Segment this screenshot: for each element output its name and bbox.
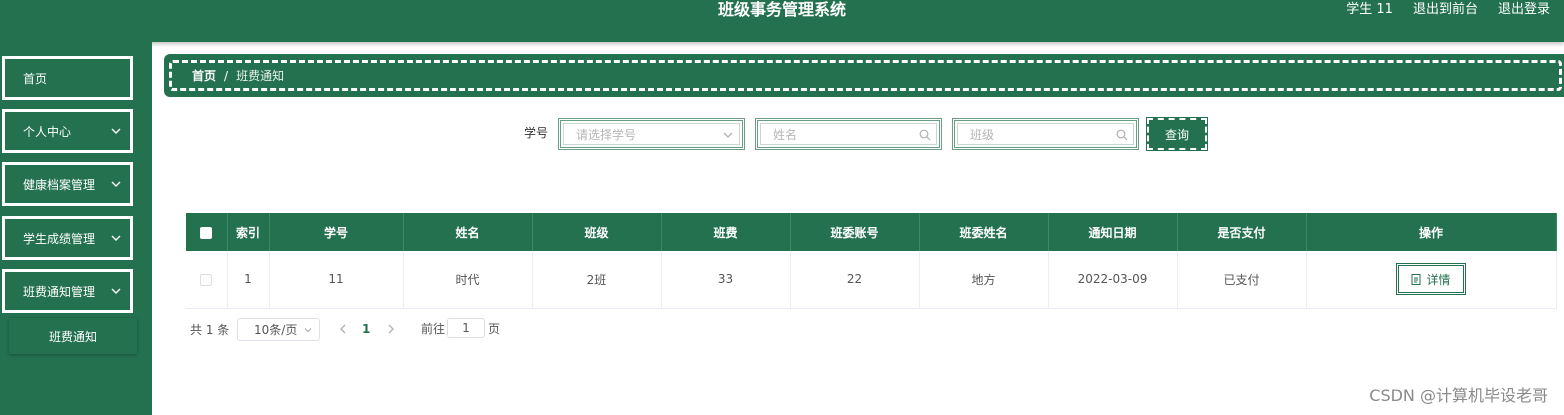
student-id-select[interactable]: 请选择学号 [558,118,745,150]
cell-name: 时代 [403,251,533,309]
fee-notice-table: 索引 学号 姓名 班级 班费 班委账号 班委姓名 通知日期 是否支付 操作 1 … [186,213,1557,309]
cell-paid: 已支付 [1177,251,1307,309]
page-size-value: 10条/页 [254,323,298,337]
cell-monitor-name: 地方 [919,251,1049,309]
chevron-down-icon [111,288,121,294]
column-header: 班委姓名 [919,213,1049,251]
column-header: 班费 [661,213,791,251]
chevron-left-icon[interactable] [337,319,349,339]
name-placeholder: 姓名 [773,127,798,142]
select-all-cell[interactable] [186,213,228,251]
breadcrumb-current: 班费通知 [236,69,285,83]
chevron-down-icon [111,235,121,241]
cell-notice-date: 2022-03-09 [1048,251,1178,309]
sidebar-subitem-fee-notice[interactable]: 班费通知 [9,318,137,354]
page-number[interactable]: 1 [362,319,370,339]
query-button[interactable]: 查询 [1146,117,1208,151]
name-input[interactable]: 姓名 [755,118,942,150]
sidebar-item-label: 首页 [23,71,48,86]
detail-button[interactable]: 详情 [1396,263,1466,296]
chevron-down-icon [111,128,121,134]
chevron-right-icon[interactable] [385,319,397,339]
chevron-down-icon [304,328,312,333]
document-icon [1411,273,1421,285]
chevron-down-icon [111,181,121,187]
sidebar-item-label: 班费通知管理 [23,284,96,299]
select-all-checkbox[interactable] [200,226,213,239]
chevron-down-icon [723,132,733,138]
class-placeholder: 班级 [970,127,995,142]
sidebar-item-fee-notice[interactable]: 班费通知管理 [2,269,133,313]
table-row: 1 11 时代 2班 33 22 地方 2022-03-09 已支付 详情 [186,251,1557,309]
sidebar: 首页 个人中心 健康档案管理 学生成绩管理 班费通知管理 班费通知 [0,42,152,415]
row-checkbox[interactable] [200,273,213,286]
app-title: 班级事务管理系统 [717,0,846,19]
table-header-row: 索引 学号 姓名 班级 班费 班委账号 班委姓名 通知日期 是否支付 操作 [186,213,1557,251]
breadcrumb-separator: / [224,68,229,83]
search-icon [919,129,931,141]
column-header: 姓名 [403,213,533,251]
watermark: CSDN @计算机毕设老哥 [1369,386,1548,405]
cell-monitor-account: 22 [790,251,920,309]
column-header: 班级 [532,213,662,251]
sidebar-item-grades[interactable]: 学生成绩管理 [2,216,133,260]
goto-suffix: 页 [488,322,501,336]
breadcrumb: 首页 / 班费通知 [169,60,1562,91]
column-header: 索引 [227,213,270,251]
breadcrumb-bar: 首页 / 班费通知 [164,54,1564,97]
column-header: 操作 [1306,213,1557,251]
column-header: 学号 [269,213,404,251]
sidebar-item-health-records[interactable]: 健康档案管理 [2,162,133,206]
cell-index: 1 [227,251,270,309]
detail-button-label: 详情 [1426,272,1451,287]
cell-class: 2班 [532,251,662,309]
sidebar-item-label: 学生成绩管理 [23,231,96,246]
student-id-label: 学号 [524,126,549,140]
back-to-front-link[interactable]: 退出到前台 [1413,0,1478,20]
search-icon [1116,129,1128,141]
goto-page-input[interactable]: 1 [447,318,485,338]
cell-fee: 33 [661,251,791,309]
sidebar-item-personal-center[interactable]: 个人中心 [2,109,133,153]
column-header: 通知日期 [1048,213,1178,251]
breadcrumb-home[interactable]: 首页 [192,67,216,84]
cell-student-id: 11 [269,251,404,309]
cell-action: 详情 [1306,251,1557,309]
column-header: 是否支付 [1177,213,1307,251]
top-bar: 班级事务管理系统 学生 11 退出到前台 退出登录 [0,0,1564,42]
class-input[interactable]: 班级 [952,118,1139,150]
top-links: 学生 11 退出到前台 退出登录 [1346,0,1550,20]
pagination-total: 共 1 条 [190,322,230,337]
user-name[interactable]: 学生 11 [1346,0,1393,20]
column-header: 班委账号 [790,213,920,251]
sidebar-item-label: 个人中心 [23,124,72,139]
page-size-select[interactable]: 10条/页 [237,318,320,341]
sidebar-item-label: 健康档案管理 [23,177,96,192]
goto-label: 前往 [421,322,446,336]
student-id-placeholder: 请选择学号 [576,127,637,142]
logout-link[interactable]: 退出登录 [1498,0,1550,20]
row-select-cell[interactable] [186,251,228,309]
sidebar-item-home[interactable]: 首页 [2,56,133,100]
